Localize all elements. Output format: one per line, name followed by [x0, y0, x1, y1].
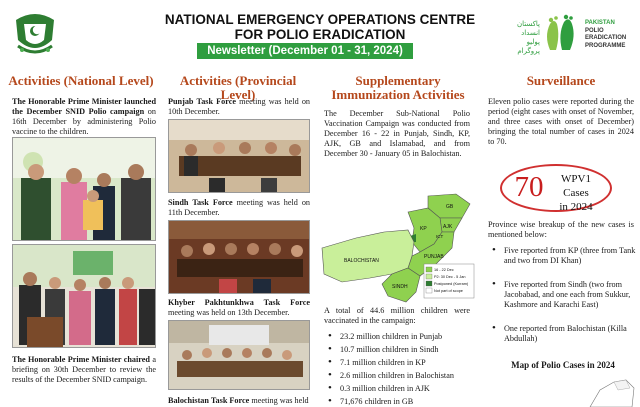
map-label-ajk: AJK — [443, 224, 453, 230]
legend-swatch — [425, 266, 433, 273]
polio-cases-map-title: Map of Polio Cases in 2024 — [511, 360, 615, 370]
sindh-task-force-paragraph: Sindh Task Force meeting was held on 11t… — [168, 198, 310, 218]
sia-heading: Supplementary Immunization Activities — [318, 74, 478, 102]
urdu-line: انسداد — [521, 29, 540, 37]
kp-task-force-paragraph: Khyber Pakhtunkhwa Task Force meeting wa… — [168, 298, 310, 318]
legend-label: 16 - 22 Dec — [434, 268, 454, 272]
case-count-number: 70 — [514, 171, 544, 203]
state-emblem-icon — [16, 14, 54, 54]
legend-swatch — [425, 280, 433, 287]
case-label-line2: in 2024 — [559, 201, 593, 213]
province-breakup-intro: Province wise breakup of the new cases i… — [488, 220, 634, 239]
case-count-label: WPV1 Cases in 2024 — [548, 172, 604, 214]
sindh-task-force-bold: Sindh Task Force — [168, 198, 233, 207]
list-item: 23.2 million children in Punjab — [326, 331, 472, 342]
list-item: 10.7 million children in Sindh — [326, 344, 472, 355]
vaccinated-total-paragraph: A total of 44.6 million children were va… — [324, 306, 470, 325]
pm-briefing-bold: The Honorable Prime Minister chaired — [12, 355, 150, 364]
programme-line: ERADICATION — [585, 35, 627, 41]
sindh-meeting-photo — [168, 220, 310, 294]
balochistan-task-force-paragraph: Balochistan Task Force meeting was held — [168, 396, 310, 406]
surveillance-paragraph: Eleven polio cases were reported during … — [488, 97, 634, 146]
newsletter-date-banner: Newsletter (December 01 - 31, 2024) — [197, 43, 413, 59]
map-label-kp: KP — [420, 226, 427, 232]
list-item: 7.1 million children in KP — [326, 357, 472, 368]
map-label-ict: ICT — [436, 234, 444, 239]
legend-label: Postponed (Kurram) — [434, 282, 469, 286]
programme-name: PAKISTAN POLIO ERADICATION PROGRAMME — [585, 20, 640, 50]
polio-programme-logo-icon — [547, 14, 574, 50]
pm-vaccination-photo — [12, 137, 156, 241]
list-item: 71,676 children in GB — [326, 396, 472, 407]
list-item: 0.3 million children in AJK — [326, 383, 472, 394]
kp-task-force-rest: meeting was held on 13th December. — [168, 308, 290, 317]
vaccinated-breakdown-list: 23.2 million children in Punjab 10.7 mil… — [326, 331, 472, 407]
surveillance-heading: Surveillance — [526, 73, 596, 88]
punjab-task-force-paragraph: Punjab Task Force meeting was held on 10… — [168, 97, 310, 117]
pm-briefing-photo — [12, 244, 156, 348]
sia-campaign-paragraph: The December Sub-National Polio Vaccinat… — [324, 109, 470, 158]
balochistan-task-force-bold: Balochistan Task Force — [168, 396, 250, 405]
legend-label: P2: 30 Dec - 5 Jan — [434, 275, 465, 279]
list-item: Five reported from Sindh (two from Jacob… — [490, 279, 636, 310]
sia-heading-line1: Supplementary — [355, 73, 441, 88]
punjab-task-force-bold: Punjab Task Force — [168, 97, 237, 106]
kp-meeting-photo — [168, 320, 310, 390]
province-breakup-list: Five reported from KP (three from Tank a… — [490, 245, 636, 344]
punjab-meeting-image — [169, 120, 309, 192]
legend-swatch — [425, 273, 433, 280]
pm-launch-bold: The Honorable Prime Minister launched th… — [12, 97, 156, 116]
programme-line: PROGRAMME — [585, 42, 626, 49]
newsletter-header: NATIONAL EMERGENCY OPERATIONS CENTRE FOR… — [0, 0, 640, 68]
programme-line: POLIO — [585, 27, 604, 34]
map-legend: 16 - 22 Dec P2: 30 Dec - 5 Jan Postponed… — [423, 263, 475, 299]
list-item: One reported from Balochistan (Killa Abd… — [490, 323, 636, 344]
header-title-line2: FOR POLIO ERADICATION — [234, 27, 406, 42]
program-name-urdu: پاکستان انسداد پولیو پروگرام — [506, 20, 540, 56]
case-label-line1: WPV1 Cases — [561, 173, 591, 199]
programme-line: PAKISTAN — [585, 20, 615, 26]
legend-label: Not part of scope — [434, 289, 463, 293]
map-label-balochistan: BALOCHISTAN — [344, 258, 379, 264]
punjab-meeting-photo — [168, 119, 310, 193]
urdu-line: پولیو — [526, 38, 540, 46]
pm-briefing-image — [13, 245, 155, 347]
pm-launch-paragraph: The Honorable Prime Minister launched th… — [12, 97, 156, 137]
pm-vaccination-image — [13, 138, 155, 240]
list-item: 2.6 million children in Balochistan — [326, 370, 472, 381]
kp-task-force-bold: Khyber Pakhtunkhwa Task Force — [168, 298, 310, 307]
map-label-gb: GB — [446, 204, 454, 210]
balochistan-task-force-rest: meeting was held — [249, 396, 309, 405]
national-activities-heading: Activities (National Level) — [8, 73, 154, 88]
kp-meeting-image — [169, 321, 309, 389]
campaign-coverage-map: GB AJK ICT KP PUNJAB BALOCHISTAN SINDH 1… — [321, 193, 475, 303]
urdu-line: پاکستان — [516, 20, 540, 28]
polio-cases-map-preview — [589, 379, 635, 407]
map-label-sindh: SINDH — [392, 284, 408, 290]
sia-heading-line2: Immunization Activities — [331, 87, 465, 102]
pm-briefing-paragraph: The Honorable Prime Minister chaired a b… — [12, 355, 156, 385]
map-label-punjab: PUNJAB — [424, 254, 444, 260]
header-title-line1: NATIONAL EMERGENCY OPERATIONS CENTRE — [164, 12, 476, 27]
urdu-line: پروگرام — [517, 47, 540, 55]
list-item: Five reported from KP (three from Tank a… — [490, 245, 636, 266]
sindh-meeting-image — [169, 221, 309, 293]
legend-swatch — [425, 287, 433, 294]
